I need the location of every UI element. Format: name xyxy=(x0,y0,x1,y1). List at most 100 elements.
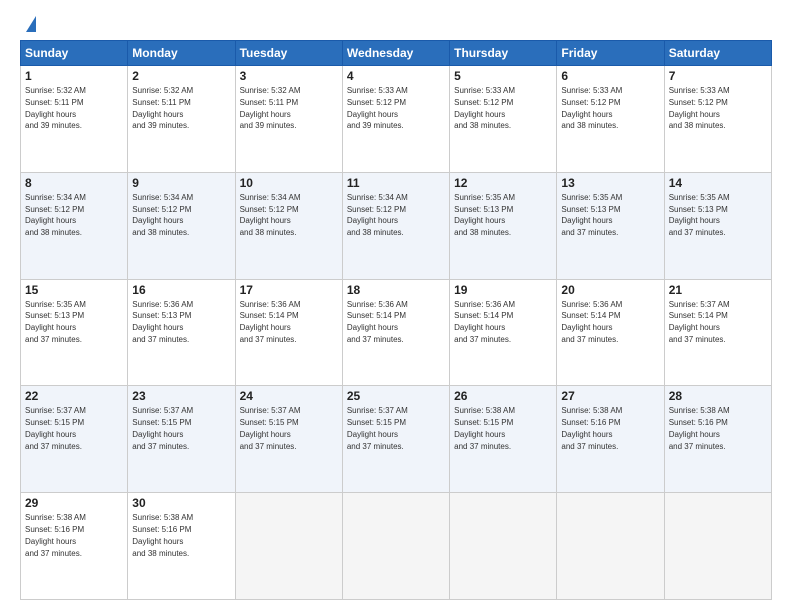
calendar-day-cell: 22 Sunrise: 5:37 AMSunset: 5:15 PMDaylig… xyxy=(21,386,128,493)
day-info: Sunrise: 5:38 AMSunset: 5:16 PMDaylight … xyxy=(25,513,86,557)
day-info: Sunrise: 5:37 AMSunset: 5:15 PMDaylight … xyxy=(347,406,408,450)
calendar-day-cell: 8 Sunrise: 5:34 AMSunset: 5:12 PMDayligh… xyxy=(21,172,128,279)
day-info: Sunrise: 5:35 AMSunset: 5:13 PMDaylight … xyxy=(669,193,730,237)
calendar-day-cell: 3 Sunrise: 5:32 AMSunset: 5:11 PMDayligh… xyxy=(235,66,342,173)
day-info: Sunrise: 5:36 AMSunset: 5:14 PMDaylight … xyxy=(454,300,515,344)
calendar-dow-tuesday: Tuesday xyxy=(235,41,342,66)
calendar-day-cell: 16 Sunrise: 5:36 AMSunset: 5:13 PMDaylig… xyxy=(128,279,235,386)
calendar-day-cell xyxy=(450,493,557,600)
day-info: Sunrise: 5:32 AMSunset: 5:11 PMDaylight … xyxy=(25,86,86,130)
day-info: Sunrise: 5:34 AMSunset: 5:12 PMDaylight … xyxy=(240,193,301,237)
header xyxy=(20,18,772,32)
day-number: 21 xyxy=(669,283,767,297)
calendar-day-cell: 15 Sunrise: 5:35 AMSunset: 5:13 PMDaylig… xyxy=(21,279,128,386)
day-number: 9 xyxy=(132,176,230,190)
day-info: Sunrise: 5:38 AMSunset: 5:16 PMDaylight … xyxy=(561,406,622,450)
page: SundayMondayTuesdayWednesdayThursdayFrid… xyxy=(0,0,792,612)
day-info: Sunrise: 5:36 AMSunset: 5:14 PMDaylight … xyxy=(561,300,622,344)
day-info: Sunrise: 5:33 AMSunset: 5:12 PMDaylight … xyxy=(454,86,515,130)
calendar-day-cell: 5 Sunrise: 5:33 AMSunset: 5:12 PMDayligh… xyxy=(450,66,557,173)
calendar-day-cell: 10 Sunrise: 5:34 AMSunset: 5:12 PMDaylig… xyxy=(235,172,342,279)
calendar-day-cell: 28 Sunrise: 5:38 AMSunset: 5:16 PMDaylig… xyxy=(664,386,771,493)
calendar-week-row: 29 Sunrise: 5:38 AMSunset: 5:16 PMDaylig… xyxy=(21,493,772,600)
calendar-day-cell: 19 Sunrise: 5:36 AMSunset: 5:14 PMDaylig… xyxy=(450,279,557,386)
day-info: Sunrise: 5:33 AMSunset: 5:12 PMDaylight … xyxy=(347,86,408,130)
day-number: 29 xyxy=(25,496,123,510)
calendar-day-cell: 17 Sunrise: 5:36 AMSunset: 5:14 PMDaylig… xyxy=(235,279,342,386)
day-number: 12 xyxy=(454,176,552,190)
day-number: 1 xyxy=(25,69,123,83)
day-info: Sunrise: 5:32 AMSunset: 5:11 PMDaylight … xyxy=(132,86,193,130)
day-info: Sunrise: 5:36 AMSunset: 5:13 PMDaylight … xyxy=(132,300,193,344)
calendar-dow-saturday: Saturday xyxy=(664,41,771,66)
calendar-day-cell: 13 Sunrise: 5:35 AMSunset: 5:13 PMDaylig… xyxy=(557,172,664,279)
day-info: Sunrise: 5:38 AMSunset: 5:15 PMDaylight … xyxy=(454,406,515,450)
calendar-day-cell: 24 Sunrise: 5:37 AMSunset: 5:15 PMDaylig… xyxy=(235,386,342,493)
calendar-day-cell: 21 Sunrise: 5:37 AMSunset: 5:14 PMDaylig… xyxy=(664,279,771,386)
logo-triangle-icon xyxy=(26,16,36,32)
calendar-dow-thursday: Thursday xyxy=(450,41,557,66)
calendar-day-cell: 20 Sunrise: 5:36 AMSunset: 5:14 PMDaylig… xyxy=(557,279,664,386)
calendar-day-cell: 23 Sunrise: 5:37 AMSunset: 5:15 PMDaylig… xyxy=(128,386,235,493)
day-number: 19 xyxy=(454,283,552,297)
day-info: Sunrise: 5:34 AMSunset: 5:12 PMDaylight … xyxy=(25,193,86,237)
calendar-dow-monday: Monday xyxy=(128,41,235,66)
day-number: 2 xyxy=(132,69,230,83)
day-number: 3 xyxy=(240,69,338,83)
day-number: 20 xyxy=(561,283,659,297)
day-number: 26 xyxy=(454,389,552,403)
day-number: 27 xyxy=(561,389,659,403)
day-info: Sunrise: 5:37 AMSunset: 5:15 PMDaylight … xyxy=(240,406,301,450)
calendar-day-cell xyxy=(664,493,771,600)
day-info: Sunrise: 5:37 AMSunset: 5:15 PMDaylight … xyxy=(132,406,193,450)
calendar-day-cell: 27 Sunrise: 5:38 AMSunset: 5:16 PMDaylig… xyxy=(557,386,664,493)
day-number: 8 xyxy=(25,176,123,190)
day-number: 25 xyxy=(347,389,445,403)
day-number: 18 xyxy=(347,283,445,297)
calendar-day-cell: 14 Sunrise: 5:35 AMSunset: 5:13 PMDaylig… xyxy=(664,172,771,279)
day-number: 5 xyxy=(454,69,552,83)
day-number: 7 xyxy=(669,69,767,83)
calendar-day-cell xyxy=(342,493,449,600)
calendar-week-row: 22 Sunrise: 5:37 AMSunset: 5:15 PMDaylig… xyxy=(21,386,772,493)
day-number: 4 xyxy=(347,69,445,83)
day-info: Sunrise: 5:37 AMSunset: 5:15 PMDaylight … xyxy=(25,406,86,450)
day-info: Sunrise: 5:35 AMSunset: 5:13 PMDaylight … xyxy=(454,193,515,237)
day-info: Sunrise: 5:38 AMSunset: 5:16 PMDaylight … xyxy=(669,406,730,450)
day-info: Sunrise: 5:35 AMSunset: 5:13 PMDaylight … xyxy=(561,193,622,237)
day-number: 30 xyxy=(132,496,230,510)
day-number: 14 xyxy=(669,176,767,190)
calendar-week-row: 8 Sunrise: 5:34 AMSunset: 5:12 PMDayligh… xyxy=(21,172,772,279)
logo xyxy=(20,18,36,32)
day-info: Sunrise: 5:38 AMSunset: 5:16 PMDaylight … xyxy=(132,513,193,557)
day-number: 15 xyxy=(25,283,123,297)
calendar-week-row: 1 Sunrise: 5:32 AMSunset: 5:11 PMDayligh… xyxy=(21,66,772,173)
day-info: Sunrise: 5:35 AMSunset: 5:13 PMDaylight … xyxy=(25,300,86,344)
day-number: 28 xyxy=(669,389,767,403)
day-number: 23 xyxy=(132,389,230,403)
day-info: Sunrise: 5:34 AMSunset: 5:12 PMDaylight … xyxy=(132,193,193,237)
day-number: 16 xyxy=(132,283,230,297)
calendar-day-cell: 9 Sunrise: 5:34 AMSunset: 5:12 PMDayligh… xyxy=(128,172,235,279)
day-number: 17 xyxy=(240,283,338,297)
calendar-day-cell xyxy=(557,493,664,600)
day-info: Sunrise: 5:36 AMSunset: 5:14 PMDaylight … xyxy=(347,300,408,344)
day-info: Sunrise: 5:37 AMSunset: 5:14 PMDaylight … xyxy=(669,300,730,344)
calendar-day-cell: 29 Sunrise: 5:38 AMSunset: 5:16 PMDaylig… xyxy=(21,493,128,600)
calendar-day-cell: 6 Sunrise: 5:33 AMSunset: 5:12 PMDayligh… xyxy=(557,66,664,173)
calendar-day-cell: 18 Sunrise: 5:36 AMSunset: 5:14 PMDaylig… xyxy=(342,279,449,386)
calendar-week-row: 15 Sunrise: 5:35 AMSunset: 5:13 PMDaylig… xyxy=(21,279,772,386)
calendar-dow-wednesday: Wednesday xyxy=(342,41,449,66)
calendar-day-cell: 12 Sunrise: 5:35 AMSunset: 5:13 PMDaylig… xyxy=(450,172,557,279)
day-info: Sunrise: 5:32 AMSunset: 5:11 PMDaylight … xyxy=(240,86,301,130)
calendar-day-cell: 4 Sunrise: 5:33 AMSunset: 5:12 PMDayligh… xyxy=(342,66,449,173)
day-number: 6 xyxy=(561,69,659,83)
calendar-day-cell: 30 Sunrise: 5:38 AMSunset: 5:16 PMDaylig… xyxy=(128,493,235,600)
day-number: 13 xyxy=(561,176,659,190)
day-number: 10 xyxy=(240,176,338,190)
calendar-day-cell xyxy=(235,493,342,600)
calendar-day-cell: 2 Sunrise: 5:32 AMSunset: 5:11 PMDayligh… xyxy=(128,66,235,173)
calendar-table: SundayMondayTuesdayWednesdayThursdayFrid… xyxy=(20,40,772,600)
calendar-dow-friday: Friday xyxy=(557,41,664,66)
day-number: 11 xyxy=(347,176,445,190)
